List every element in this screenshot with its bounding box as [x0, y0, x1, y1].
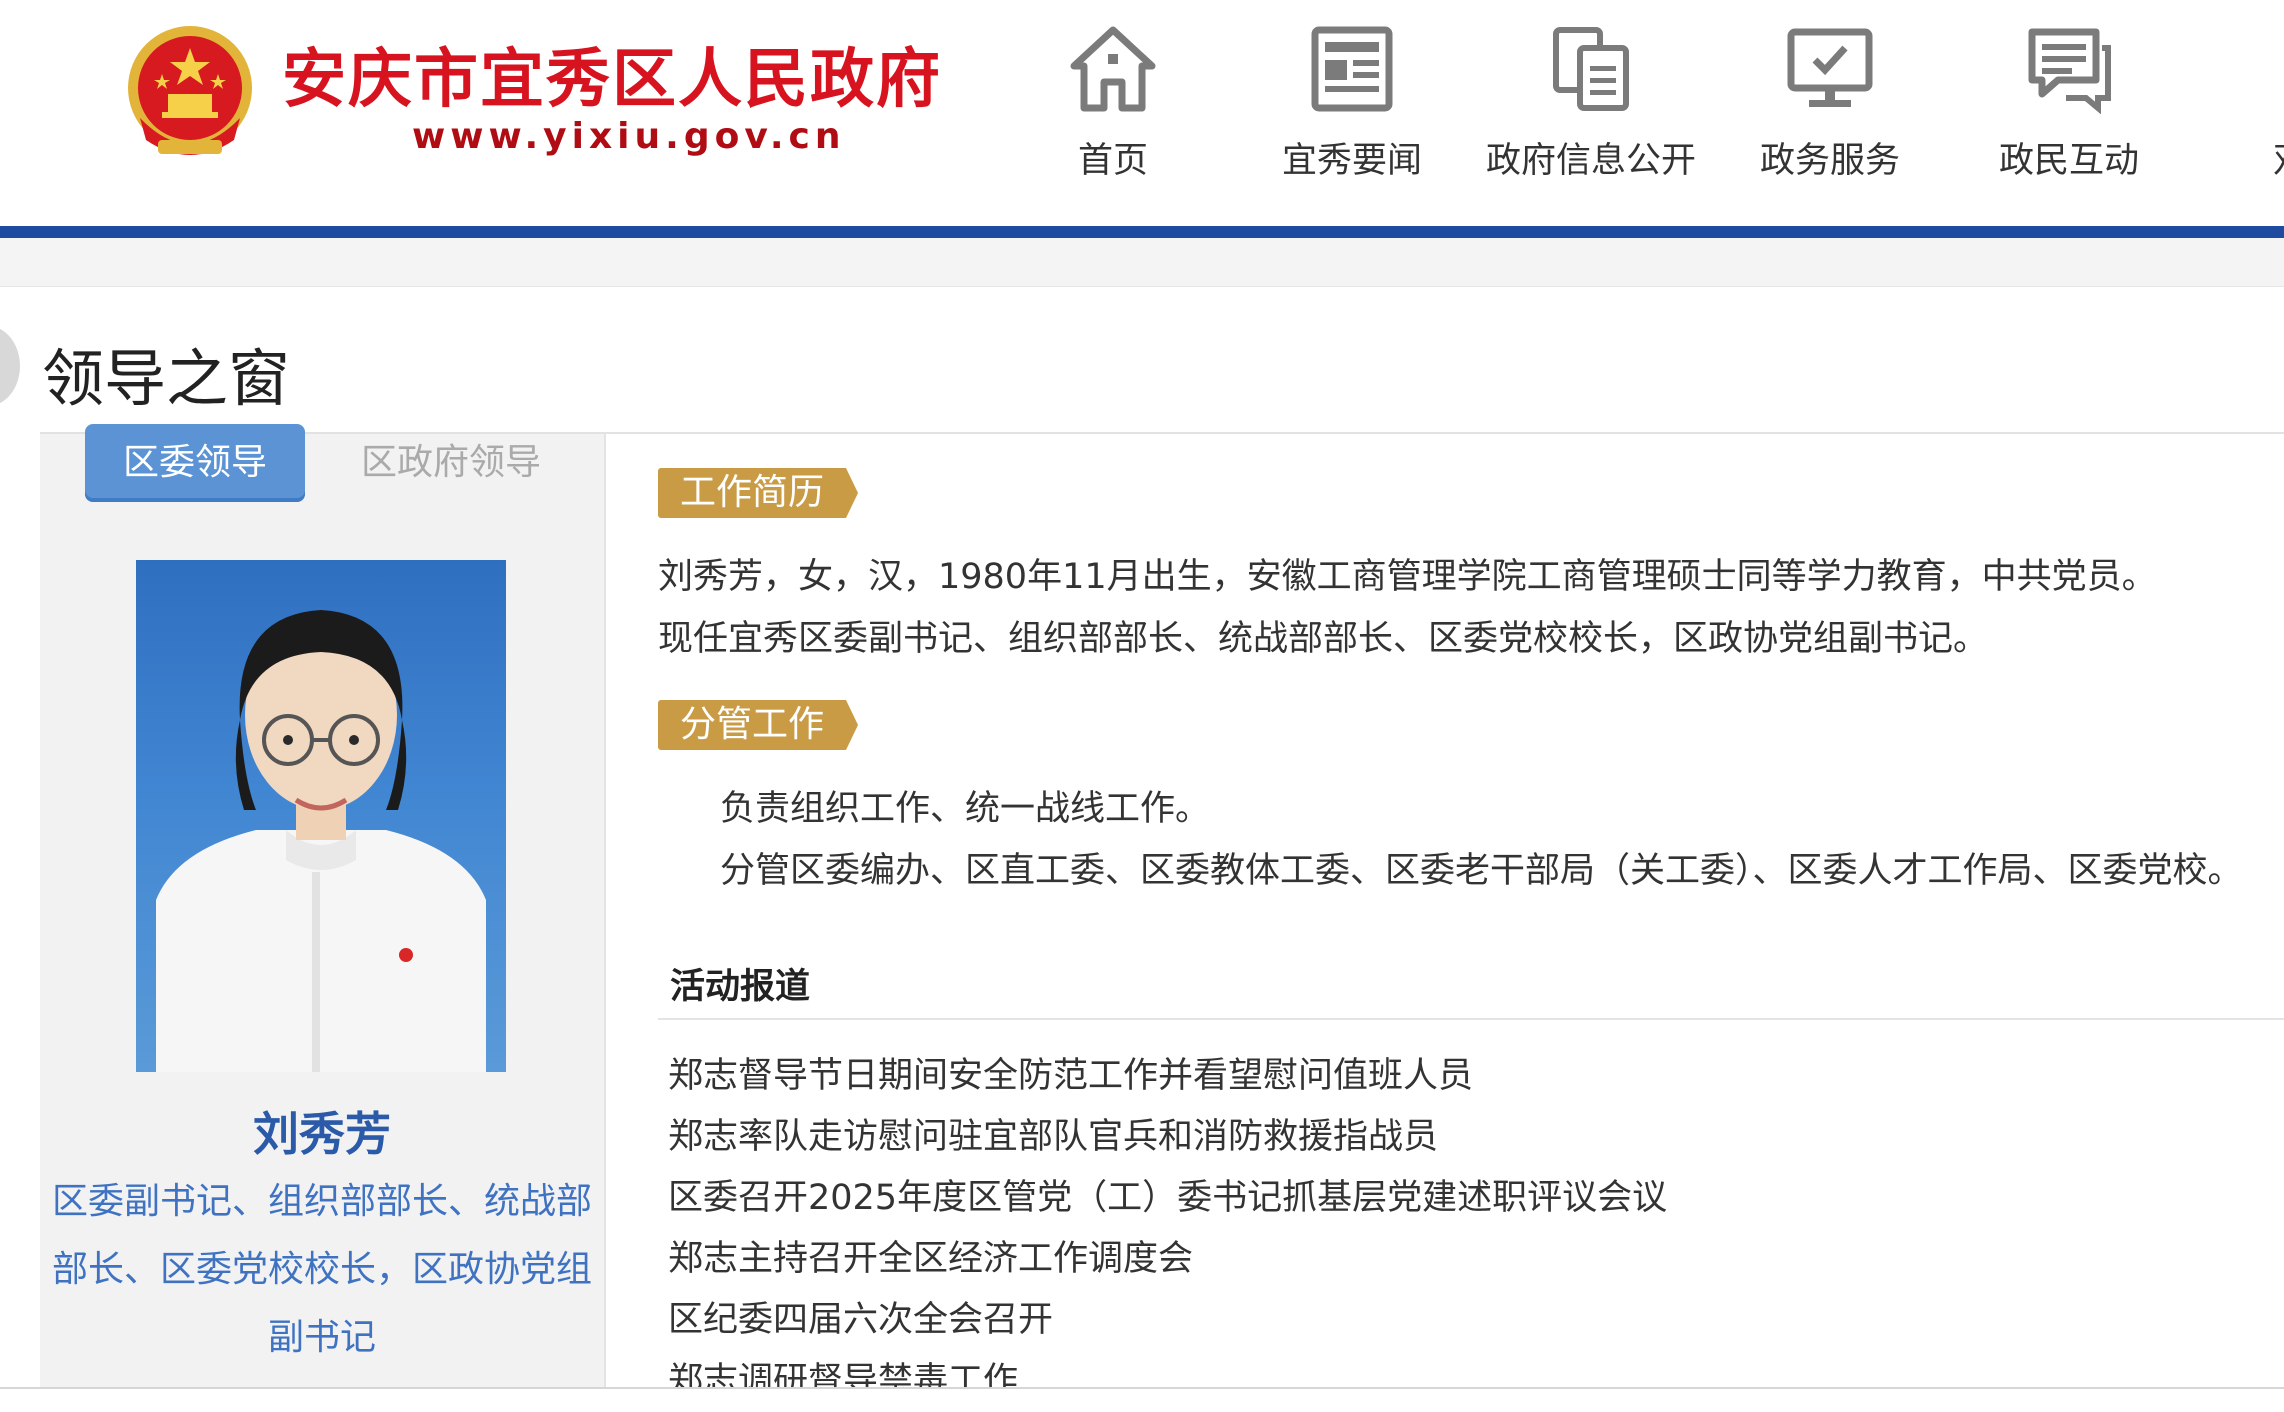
nav-label: 宜秀要闻	[1281, 141, 1422, 181]
resume-tag: 工作简历	[658, 468, 859, 518]
nav-item-interaction[interactable]: 政民互动	[1949, 24, 2189, 194]
nav-label: 双拼	[2188, 132, 2284, 183]
tab-district-committee[interactable]: 区委领导	[85, 424, 305, 502]
nav-item-news[interactable]: 宜秀要闻	[1232, 24, 1472, 194]
viewport-bottom-edge	[0, 1387, 2284, 1399]
resume-line: 现任宜秀区委副书记、组织部部长、统战部部长、区委党校校长，区政协党组副书记。	[658, 619, 1989, 659]
building-icon	[2263, 24, 2284, 114]
site-header: 安庆市宜秀区人民政府 www.yixiu.gov.cn 首页 宜秀要闻 政府信息…	[0, 0, 2284, 226]
nav-item-services[interactable]: 政务服务	[1710, 24, 1950, 194]
leader-title[interactable]: 区委副书记、组织部部长、统战部部长、区委党校校长，区政协党组副书记	[48, 1168, 596, 1372]
nav-item-home[interactable]: 首页	[993, 24, 1233, 194]
news-item[interactable]: 郑志主持召开全区经济工作调度会	[668, 1229, 1667, 1290]
news-heading: 活动报道	[670, 967, 811, 1007]
news-item[interactable]: 郑志率队走访慰问驻宜部队官兵和消防救援指战员	[668, 1107, 1667, 1168]
duty-line: 分管区委编办、区直工委、区委教体工委、区委老干部局（关工委）、区委人才工作局、区…	[720, 851, 2243, 891]
section-marker	[0, 326, 20, 406]
home-icon	[1070, 26, 1156, 112]
leader-name[interactable]: 刘秀芳	[40, 1098, 604, 1164]
chat-icon	[2028, 28, 2111, 114]
nav-label: 首页	[1077, 141, 1148, 181]
national-emblem-icon[interactable]	[118, 20, 262, 170]
news-item[interactable]: 区纪委四届六次全会召开	[668, 1290, 1667, 1351]
news-list: 郑志督导节日期间安全防范工作并看望慰问值班人员 郑志率队走访慰问驻宜部队官兵和消…	[668, 1046, 1667, 1412]
newspaper-icon	[1311, 26, 1393, 112]
breadcrumb-strip	[0, 238, 2284, 287]
site-url[interactable]: www.yixiu.gov.cn	[412, 116, 846, 157]
leader-photo	[136, 560, 506, 1072]
news-item[interactable]: 郑志调研督导禁毒工作	[668, 1351, 1667, 1412]
nav-label: 政府信息公开	[1485, 141, 1696, 181]
news-item[interactable]: 郑志督导节日期间安全防范工作并看望慰问值班人员	[668, 1046, 1667, 1107]
section-title: 领导之窗	[42, 342, 291, 415]
tab-district-government[interactable]: 区政府领导	[336, 424, 566, 502]
resume-line: 刘秀芳，女，汉，1980年11月出生，安徽工商管理学院工商管理硕士同等学力教育，…	[658, 557, 2157, 597]
duty-line: 负责组织工作、统一战线工作。	[720, 789, 1211, 829]
site-title[interactable]: 安庆市宜秀区人民政府	[282, 28, 942, 120]
documents-icon	[1553, 27, 1629, 111]
duty-tag: 分管工作	[658, 700, 859, 750]
news-item[interactable]: 区委召开2025年度区管党（工）委书记抓基层党建述职评议会议	[668, 1168, 1667, 1229]
nav-item-gov-info[interactable]: 政府信息公开	[1471, 24, 1711, 194]
leader-portrait-image	[156, 610, 486, 1072]
nav-label: 政务服务	[1759, 141, 1900, 181]
header-divider-bar	[0, 226, 2284, 238]
news-divider	[658, 1018, 2284, 1020]
nav-item-more[interactable]: 双拼	[2188, 24, 2284, 194]
monitor-check-icon	[1787, 28, 1873, 107]
nav-label: 政民互动	[1998, 141, 2139, 181]
